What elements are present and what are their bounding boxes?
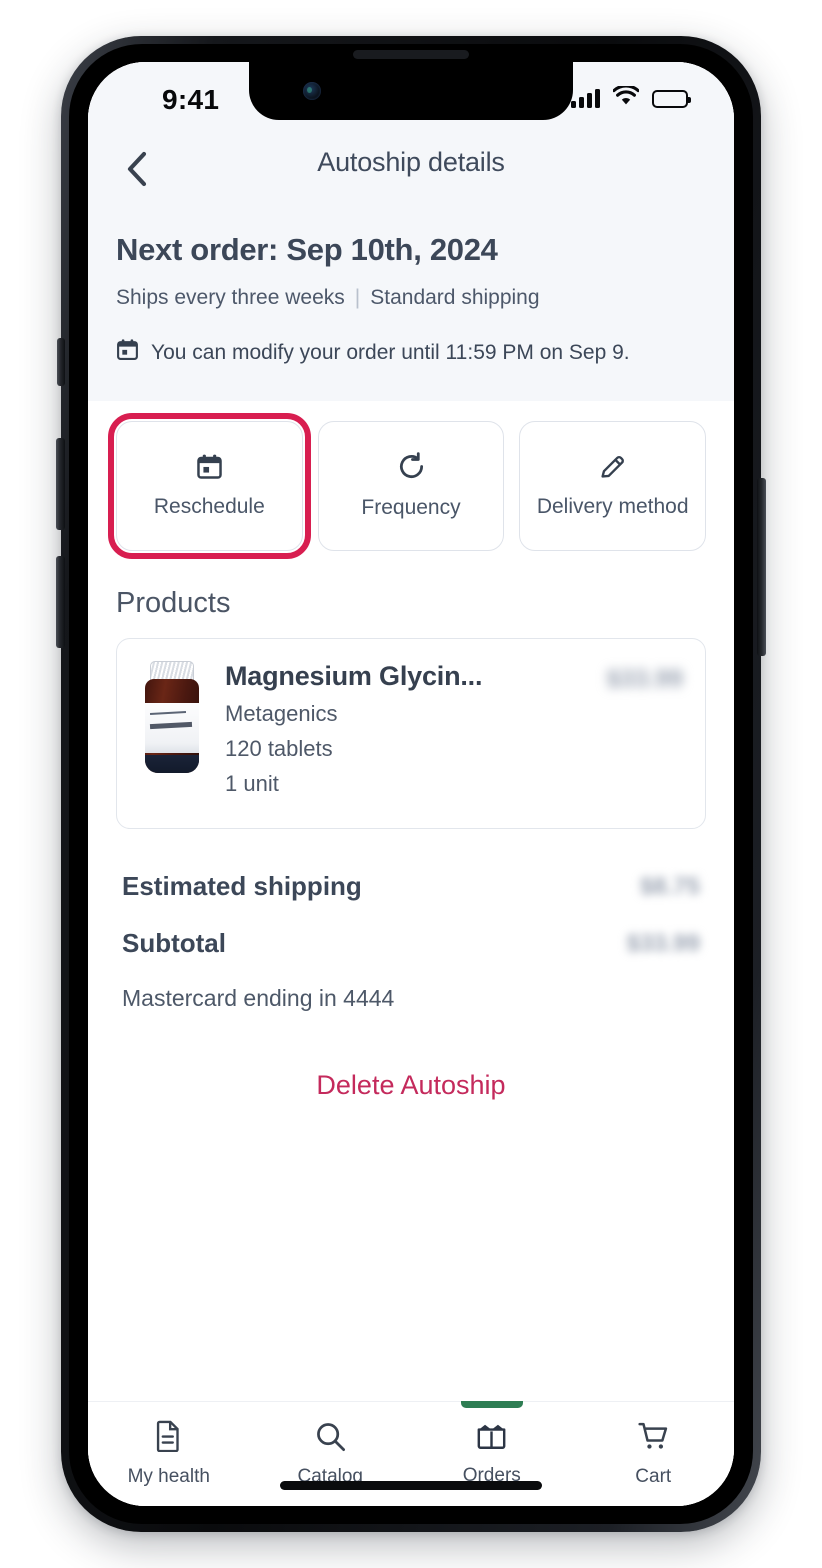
modify-note-text: You can modify your order until 11:59 PM… xyxy=(151,340,630,364)
delivery-method-button-label: Delivery method xyxy=(536,494,689,518)
subtotal-value: $33.99 xyxy=(626,929,700,957)
volume-up-button[interactable] xyxy=(56,438,65,530)
frequency-button[interactable]: Frequency xyxy=(317,421,505,551)
subtotal-label: Subtotal xyxy=(122,928,226,958)
delete-autoship-link[interactable]: Delete Autoship xyxy=(88,1070,734,1101)
document-icon xyxy=(154,1420,183,1457)
payment-method: Mastercard ending in 4444 xyxy=(122,985,395,1011)
subtotal-row: Subtotal $33.99 xyxy=(122,928,700,959)
product-image xyxy=(141,661,203,773)
bottom-tab-bar: My health Catalog Orders Cart xyxy=(88,1400,735,1506)
wifi-icon xyxy=(612,84,640,111)
earpiece-speaker xyxy=(353,50,469,59)
tab-active-indicator xyxy=(460,1400,523,1408)
frequency-text: Ships every three weeks xyxy=(116,286,345,309)
front-camera-icon xyxy=(303,82,321,100)
tab-catalog[interactable]: Catalog xyxy=(250,1402,412,1506)
tab-my-health-label: My health xyxy=(127,1466,210,1487)
autoship-details-app: 9:41 Autoship details Next order: Sep 10… xyxy=(88,62,734,1506)
status-bar-time: 9:41 xyxy=(162,84,220,115)
power-button[interactable] xyxy=(757,478,766,656)
tab-orders[interactable]: Orders xyxy=(411,1400,573,1506)
calendar-icon xyxy=(196,453,223,485)
reschedule-button[interactable]: Reschedule xyxy=(108,413,311,559)
open-box-icon xyxy=(475,1421,508,1456)
order-summary-section: Next order: Sep 10th, 2024 Ships every t… xyxy=(88,210,734,401)
signal-bars-icon xyxy=(571,89,600,108)
refresh-icon xyxy=(397,452,426,486)
pencil-icon xyxy=(599,453,626,485)
battery-full-icon xyxy=(652,89,691,108)
tab-my-health[interactable]: My health xyxy=(88,1402,250,1506)
product-price: $33.99 xyxy=(606,665,683,693)
status-bar-icons xyxy=(571,84,691,111)
next-order-date: Next order: Sep 10th, 2024 xyxy=(116,232,498,267)
estimated-shipping-label: Estimated shipping xyxy=(122,871,362,901)
phone-screen: 9:41 Autoship details Next order: Sep 10… xyxy=(88,62,734,1506)
product-card[interactable]: Magnesium Glycin... Metagenics 120 table… xyxy=(116,638,706,829)
estimated-shipping-row: Estimated shipping $8.75 xyxy=(122,871,700,902)
product-size: 120 tablets xyxy=(225,736,333,761)
schedule-separator: | xyxy=(354,286,361,309)
mute-switch-button[interactable] xyxy=(57,338,65,386)
shopping-cart-icon xyxy=(638,1421,669,1457)
product-quantity: 1 unit xyxy=(225,771,279,796)
volume-down-button[interactable] xyxy=(56,556,65,648)
frequency-button-label: Frequency xyxy=(361,495,461,519)
schedule-line: Ships every three weeks | Standard shipp… xyxy=(116,286,706,310)
products-heading: Products xyxy=(116,587,231,619)
shipping-method-text: Standard shipping xyxy=(370,286,540,309)
tab-cart[interactable]: Cart xyxy=(573,1402,735,1506)
product-brand: Metagenics xyxy=(225,701,338,726)
estimated-shipping-value: $8.75 xyxy=(639,872,700,900)
search-icon xyxy=(315,1421,346,1457)
product-name: Magnesium Glycin... xyxy=(225,661,483,691)
calendar-icon xyxy=(116,338,139,367)
delivery-method-button[interactable]: Delivery method xyxy=(519,421,707,551)
action-buttons-row: Reschedule Frequency Delivery method xyxy=(88,401,734,559)
tab-cart-label: Cart xyxy=(635,1465,672,1487)
page-title: Autoship details xyxy=(317,147,505,177)
reschedule-button-label: Reschedule xyxy=(153,494,265,518)
modify-deadline-note: You can modify your order until 11:59 PM… xyxy=(116,338,706,367)
nav-header: Autoship details xyxy=(88,134,734,210)
product-info: Magnesium Glycin... Metagenics 120 table… xyxy=(225,661,585,806)
home-indicator[interactable] xyxy=(280,1481,542,1490)
phone-notch xyxy=(249,62,573,120)
totals-section: Estimated shipping $8.75 Subtotal $33.99… xyxy=(88,829,734,1012)
